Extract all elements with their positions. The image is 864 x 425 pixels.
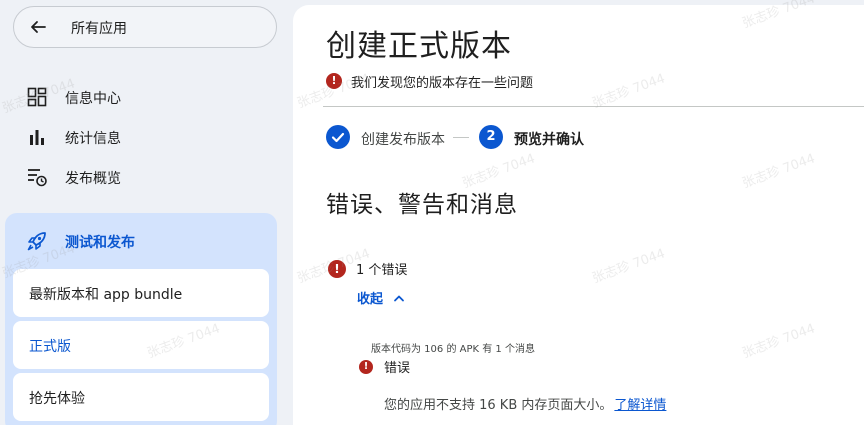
error-label: 错误 [384,361,411,376]
collapse-label: 收起 [357,292,384,307]
main-panel: 创建正式版本 ! 我们发现您的版本存在一些问题 创建发布版本 2 预览并确认 错… [293,5,864,425]
sidebar-subitem-label: 最新版本和 app bundle [29,287,183,303]
issue-text: 我们发现您的版本存在一些问题 [351,75,534,91]
learn-more-link[interactable]: 了解详情 [614,398,666,413]
collapse-button[interactable]: 收起 [357,288,405,307]
sidebar-item-statistics[interactable]: 统计信息 [0,119,290,155]
sidebar-item-label: 统计信息 [65,131,121,147]
error-label-row: ! 错误 [359,357,410,376]
all-apps-back-button[interactable]: 所有应用 [13,6,277,48]
dashboard-icon [27,87,47,107]
sidebar-subitem-early-access[interactable]: 抢先体验 [13,373,269,421]
sidebar-item-dashboard[interactable]: 信息中心 [0,79,290,115]
sidebar-item-label: 信息中心 [65,91,121,107]
error-detail-text: 您的应用不支持 16 KB 内存页面大小。 [384,398,613,413]
error-icon: ! [359,359,373,374]
error-icon: ! [328,259,346,278]
rocket-icon [27,232,46,251]
error-count-row: ! 1 个错误 [328,259,407,278]
step-connector [453,137,469,138]
stepper: 创建发布版本 2 预览并确认 [326,125,864,151]
step-number-badge: 2 [479,125,503,149]
section-title: 错误、警告和消息 [326,192,518,218]
apk-note: 版本代码为 106 的 APK 有 1 个消息 [371,344,535,355]
step-create-release[interactable]: 创建发布版本 [361,129,445,149]
publishing-overview-icon [28,169,47,187]
all-apps-label: 所有应用 [71,21,127,37]
divider [323,106,864,107]
sidebar-subitem-latest-releases[interactable]: 最新版本和 app bundle [13,269,269,317]
test-and-release-group: 测试和发布 最新版本和 app bundle 正式版 抢先体验 [5,213,277,425]
sidebar-subitem-production[interactable]: 正式版 [13,321,269,369]
step-done-check-icon [326,125,350,149]
sidebar-item-publishing-overview[interactable]: 发布概览 [0,159,290,195]
sidebar-subitem-label: 正式版 [29,339,71,355]
page-title: 创建正式版本 [326,29,512,64]
chevron-up-icon [394,295,404,301]
sidebar-item-test-and-release[interactable]: 测试和发布 [5,223,277,259]
arrow-back-icon [31,21,46,33]
error-detail: 您的应用不支持 16 KB 内存页面大小。 了解详情 [384,394,666,413]
issue-banner: ! 我们发现您的版本存在一些问题 [326,71,533,91]
bar-chart-icon [30,130,44,145]
step-preview-confirm: 预览并确认 [514,132,584,148]
sidebar-item-label: 发布概览 [65,171,121,187]
sidebar-subitem-label: 抢先体验 [29,391,85,407]
sidebar: 所有应用 信息中心 统计信息 发布概览 测试和发布 最新版本和 app bund… [0,0,290,425]
error-count: 1 个错误 [356,263,408,278]
sidebar-item-label: 测试和发布 [65,235,135,251]
error-icon: ! [326,73,342,89]
